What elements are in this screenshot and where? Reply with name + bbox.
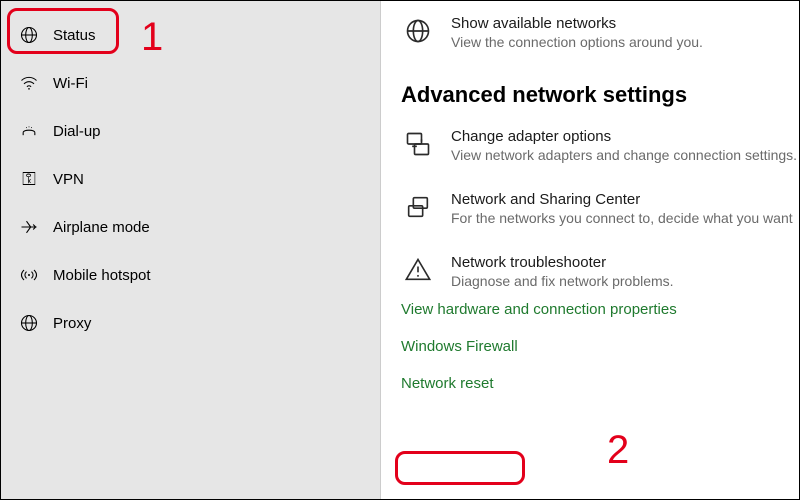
network-troubleshooter[interactable]: Network troubleshooter Diagnose and fix …	[381, 248, 799, 295]
airplane-icon	[19, 217, 39, 237]
sidebar-item-vpn[interactable]: ⚿ VPN	[1, 155, 380, 203]
network-and-sharing-center[interactable]: Network and Sharing Center For the netwo…	[381, 185, 799, 232]
sharing-center-icon	[401, 191, 435, 226]
link-network-reset[interactable]: Network reset	[381, 369, 799, 398]
proxy-icon	[19, 313, 39, 333]
vpn-icon: ⚿	[19, 169, 39, 189]
adapter-icon	[401, 128, 435, 163]
sidebar-item-hotspot[interactable]: Mobile hotspot	[1, 251, 380, 299]
sidebar-item-label: Wi-Fi	[53, 75, 88, 92]
annotation-number-2: 2	[607, 428, 629, 473]
section-heading-advanced: Advanced network settings	[381, 56, 799, 122]
sidebar: Status Wi-Fi Dial-up ⚿ VPN Airplane mode…	[1, 1, 381, 499]
sidebar-item-dialup[interactable]: Dial-up	[1, 107, 380, 155]
main-panel: Show available networks View the connect…	[381, 1, 799, 499]
change-adapter-options[interactable]: Change adapter options View network adap…	[381, 122, 799, 169]
row-desc: View network adapters and change connect…	[451, 147, 799, 163]
show-available-networks[interactable]: Show available networks View the connect…	[381, 9, 799, 56]
dialup-icon	[19, 121, 39, 141]
sidebar-item-label: Proxy	[53, 315, 91, 332]
sidebar-item-wifi[interactable]: Wi-Fi	[1, 59, 380, 107]
sidebar-item-label: Airplane mode	[53, 219, 150, 236]
globe-icon	[401, 15, 435, 50]
hotspot-icon	[19, 265, 39, 285]
sidebar-item-label: Status	[53, 27, 96, 44]
row-desc: Diagnose and fix network problems.	[451, 273, 799, 289]
row-title: Show available networks	[451, 15, 799, 32]
sidebar-item-label: Dial-up	[53, 123, 101, 140]
globe-icon	[19, 25, 39, 45]
sidebar-item-airplane[interactable]: Airplane mode	[1, 203, 380, 251]
row-title: Change adapter options	[451, 128, 799, 145]
sidebar-item-proxy[interactable]: Proxy	[1, 299, 380, 347]
row-title: Network troubleshooter	[451, 254, 799, 271]
annotation-box-2	[395, 451, 525, 485]
sidebar-item-label: VPN	[53, 171, 84, 188]
row-desc: View the connection options around you.	[451, 34, 799, 50]
sidebar-item-status[interactable]: Status	[1, 11, 380, 59]
warning-triangle-icon	[401, 254, 435, 289]
link-windows-firewall[interactable]: Windows Firewall	[381, 332, 799, 361]
row-title: Network and Sharing Center	[451, 191, 799, 208]
row-desc: For the networks you connect to, decide …	[451, 210, 799, 226]
link-hardware-properties[interactable]: View hardware and connection properties	[381, 295, 799, 324]
sidebar-item-label: Mobile hotspot	[53, 267, 151, 284]
wifi-icon	[19, 73, 39, 93]
